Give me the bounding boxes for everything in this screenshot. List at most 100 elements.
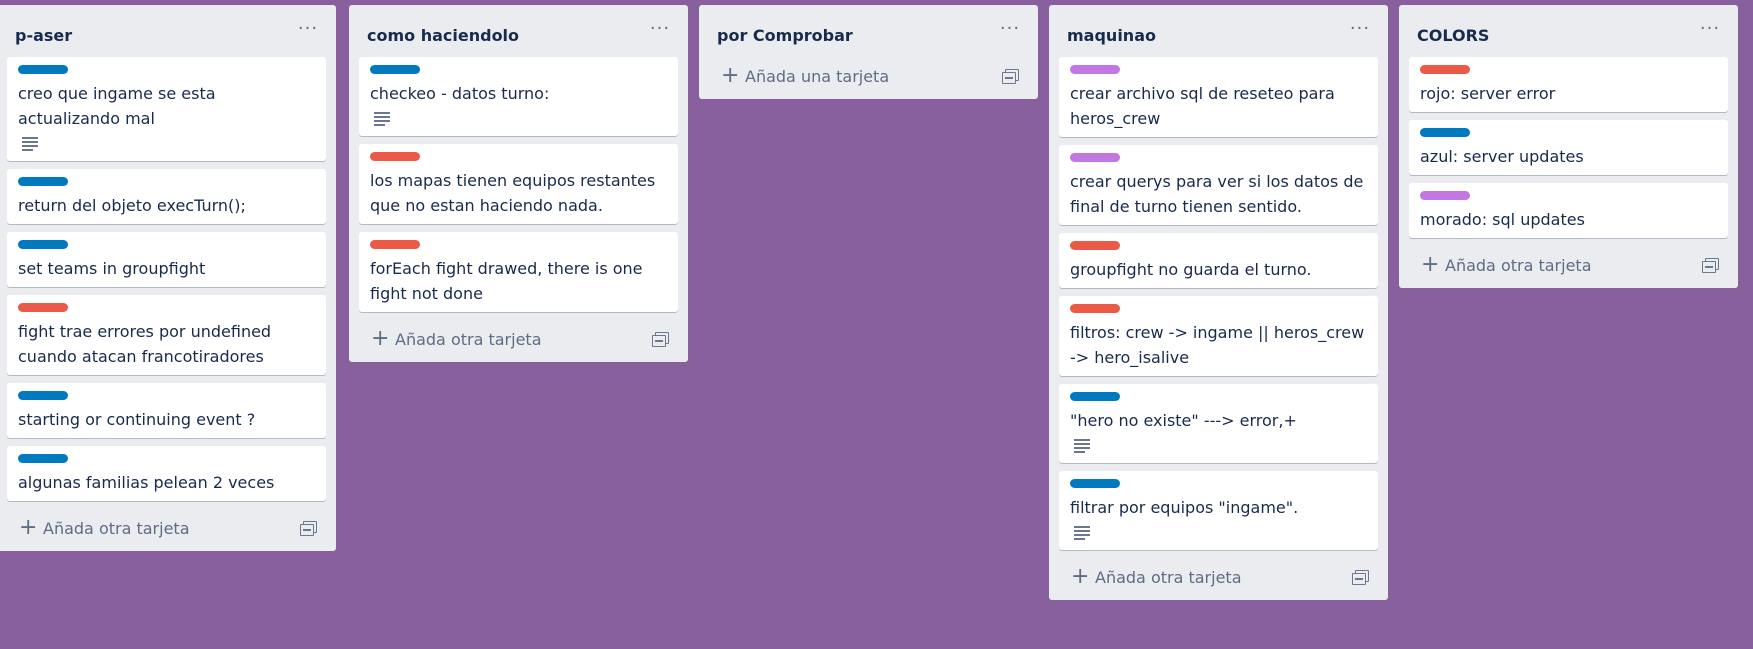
list-3: maquinao ··· crear archivo sql de reseteo …: [1049, 5, 1388, 600]
description-icon: [374, 112, 390, 128]
ellipsis-icon[interactable]: ···: [1696, 19, 1724, 39]
card-title: fight trae errores por undefined cuando …: [18, 322, 272, 366]
card[interactable]: filtros: crew -> ingame || heros_crew ->…: [1059, 296, 1378, 376]
label-purple[interactable]: [1070, 65, 1120, 74]
label-blue[interactable]: [18, 177, 68, 186]
list-4: COLORS ··· rojo: server error azul: server …: [1399, 5, 1738, 288]
card[interactable]: groupfight no guarda el turno.: [1059, 233, 1378, 288]
card[interactable]: crear archivo sql de reseteo para heros_…: [1059, 57, 1378, 137]
label-red[interactable]: [1070, 241, 1120, 250]
card[interactable]: fight trae errores por undefined cuando …: [7, 295, 326, 375]
add-card-label: Añada otra tarjeta: [43, 519, 190, 538]
card-list: checkeo - datos turno: los mapas tienen e…: [349, 57, 688, 312]
ellipsis-icon[interactable]: ···: [996, 19, 1024, 39]
card-title: crear archivo sql de reseteo para heros_…: [1070, 84, 1335, 128]
add-card-label: Añada otra tarjeta: [1095, 568, 1242, 587]
add-card-button[interactable]: + Añada otra tarjeta: [1409, 246, 1728, 288]
plus-icon: +: [19, 515, 38, 540]
list-title[interactable]: COLORS: [1417, 26, 1489, 45]
label-red[interactable]: [1420, 65, 1470, 74]
ellipsis-icon[interactable]: ···: [294, 19, 322, 39]
list-0: p-aser ··· creo que ingame se esta actuali…: [0, 5, 336, 551]
label-blue[interactable]: [18, 240, 68, 249]
label-red[interactable]: [370, 152, 420, 161]
card-title: set teams in groupfight: [18, 259, 206, 278]
card-title: morado: sql updates: [1420, 210, 1585, 229]
card[interactable]: los mapas tienen equipos restantes que n…: [359, 144, 678, 224]
add-card-button[interactable]: + Añada otra tarjeta: [359, 320, 678, 362]
card-title: filtros: crew -> ingame || heros_crew ->…: [1070, 323, 1365, 367]
list-title[interactable]: p-aser: [15, 26, 72, 45]
plus-icon: +: [1421, 252, 1440, 277]
list-1: como haciendolo ··· checkeo - datos turno:…: [349, 5, 688, 362]
card-title: rojo: server error: [1420, 84, 1556, 103]
description-icon: [22, 137, 38, 153]
add-card-label: Añada otra tarjeta: [395, 330, 542, 349]
card[interactable]: filtrar por equipos "ingame".: [1059, 471, 1378, 550]
card-template-icon[interactable]: [1002, 69, 1019, 84]
label-blue[interactable]: [18, 391, 68, 400]
card[interactable]: forEach fight drawed, there is one fight…: [359, 232, 678, 312]
card-template-icon[interactable]: [1702, 258, 1719, 273]
card[interactable]: rojo: server error: [1409, 57, 1728, 112]
card-template-icon[interactable]: [300, 521, 317, 536]
card[interactable]: return del objeto execTurn();: [7, 169, 326, 224]
add-card-button[interactable]: + Añada otra tarjeta: [1059, 558, 1378, 600]
card[interactable]: "hero no existe" ---> error,+: [1059, 384, 1378, 463]
card-title: algunas familias pelean 2 veces: [18, 473, 275, 492]
card[interactable]: starting or continuing event ?: [7, 383, 326, 438]
card-title: starting or continuing event ?: [18, 410, 256, 429]
list-header: COLORS ···: [1399, 5, 1738, 57]
card-title: groupfight no guarda el turno.: [1070, 260, 1312, 279]
plus-icon: +: [1071, 564, 1090, 589]
add-card-button[interactable]: + Añada otra tarjeta: [7, 509, 326, 551]
card[interactable]: crear querys para ver si los datos de fi…: [1059, 145, 1378, 225]
card[interactable]: checkeo - datos turno:: [359, 57, 678, 136]
label-purple[interactable]: [1070, 153, 1120, 162]
label-blue[interactable]: [1070, 479, 1120, 488]
ellipsis-icon[interactable]: ···: [1346, 19, 1374, 39]
card[interactable]: creo que ingame se esta actualizando mal: [7, 57, 326, 161]
card-title: forEach fight drawed, there is one fight…: [370, 259, 643, 303]
card-title: "hero no existe" ---> error,+: [1070, 411, 1297, 430]
description-icon: [1074, 439, 1090, 455]
ellipsis-icon[interactable]: ···: [646, 19, 674, 39]
card-list: creo que ingame se esta actualizando mal…: [0, 57, 336, 501]
list-header: como haciendolo ···: [349, 5, 688, 57]
label-blue[interactable]: [18, 454, 68, 463]
card-title: return del objeto execTurn();: [18, 196, 246, 215]
card-title: los mapas tienen equipos restantes que n…: [370, 171, 656, 215]
add-card-button[interactable]: + Añada una tarjeta: [709, 57, 1028, 99]
label-blue[interactable]: [18, 65, 68, 74]
card[interactable]: azul: server updates: [1409, 120, 1728, 175]
list-title[interactable]: por Comprobar: [717, 26, 853, 45]
list-header: p-aser ···: [0, 5, 336, 57]
card[interactable]: set teams in groupfight: [7, 232, 326, 287]
list-title[interactable]: como haciendolo: [367, 26, 519, 45]
add-card-label: Añada otra tarjeta: [1445, 256, 1592, 275]
card-list: rojo: server error azul: server updates mo…: [1399, 57, 1738, 238]
plus-icon: +: [371, 326, 390, 351]
card[interactable]: algunas familias pelean 2 veces: [7, 446, 326, 501]
label-red[interactable]: [370, 240, 420, 249]
label-purple[interactable]: [1420, 191, 1470, 200]
card[interactable]: morado: sql updates: [1409, 183, 1728, 238]
card-template-icon[interactable]: [652, 332, 669, 347]
card-template-icon[interactable]: [1352, 570, 1369, 585]
card-list: crear archivo sql de reseteo para heros_…: [1049, 57, 1388, 550]
list-title[interactable]: maquinao: [1067, 26, 1156, 45]
description-icon: [1074, 526, 1090, 542]
label-red[interactable]: [18, 303, 68, 312]
label-blue[interactable]: [370, 65, 420, 74]
board: p-aser ··· creo que ingame se esta actuali…: [0, 0, 1753, 649]
list-header: por Comprobar ···: [699, 5, 1038, 57]
label-blue[interactable]: [1070, 392, 1120, 401]
list-2: por Comprobar ··· + Añada una tarjeta: [699, 5, 1038, 99]
card-title: crear querys para ver si los datos de fi…: [1070, 172, 1364, 216]
label-blue[interactable]: [1420, 128, 1470, 137]
list-header: maquinao ···: [1049, 5, 1388, 57]
card-title: azul: server updates: [1420, 147, 1584, 166]
card-title: filtrar por equipos "ingame".: [1070, 498, 1299, 517]
card-title: checkeo - datos turno:: [370, 84, 550, 103]
label-red[interactable]: [1070, 304, 1120, 313]
